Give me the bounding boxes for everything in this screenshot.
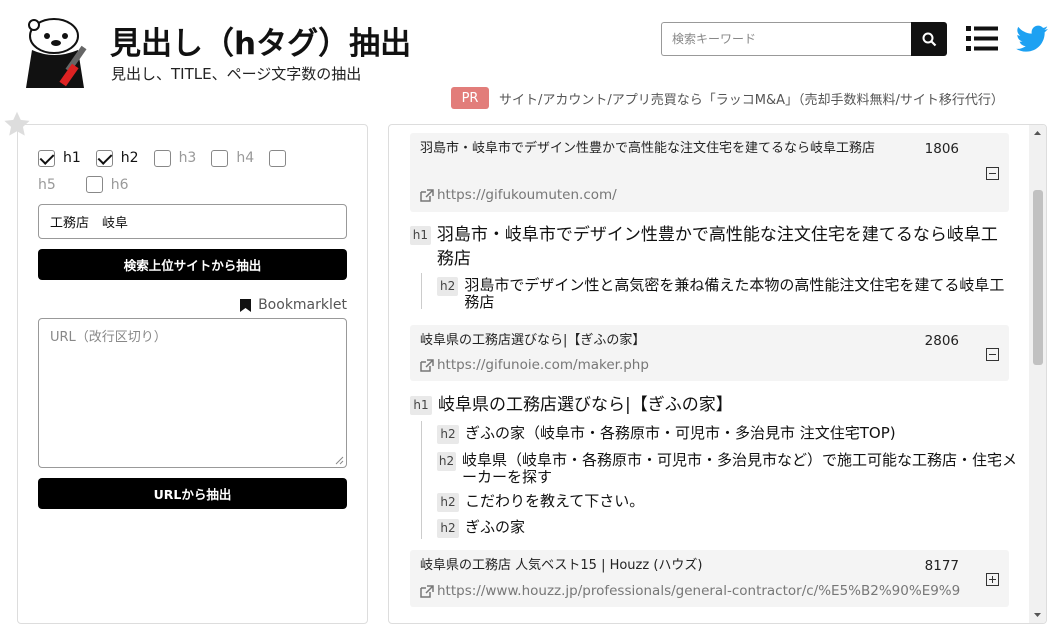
search-icon (922, 32, 936, 46)
collapse-toggle-icon[interactable] (986, 167, 999, 180)
heading-text: こだわりを教えて下さい。 (465, 492, 645, 510)
checkbox-h4-box[interactable] (211, 149, 229, 167)
keyword-input[interactable]: 工務店 岐阜 (38, 204, 347, 239)
bookmarklet-link[interactable]: Bookmarklet (240, 297, 347, 313)
search-extract-button[interactable]: 検索上位サイトから抽出 (38, 249, 347, 280)
result-title: 羽島市・岐阜市でデザイン性豊かで高性能な注文住宅を建てるなら岐阜工務店 (420, 141, 876, 156)
checkbox-h3-box[interactable] (153, 149, 171, 167)
checkbox-h2-label: h2 (120, 150, 139, 166)
result-card: 岐阜県の工務店選びなら|【ぎふの家】 2806 https://gifunoie… (410, 325, 1009, 381)
checkbox-h3[interactable]: h3 (153, 147, 197, 169)
external-link-icon (420, 358, 434, 372)
heading-row-h2: h2 岐阜県（岐阜市・各務原市・可児市・多治見市など）で施工可能な工務店・住宅メ… (437, 452, 1017, 486)
pr-banner: PR サイト/アカウント/アプリ売買なら「ラッコM&A」（売却手数料無料/サイト… (451, 87, 1004, 109)
checkbox-h5-label-wrap[interactable]: h5 h6 (38, 174, 129, 196)
heading-row-h2: h2 こだわりを教えて下さい。 (437, 493, 1017, 512)
site-search (661, 22, 947, 56)
checkbox-h5-label: h5 (38, 176, 56, 193)
collapse-toggle-icon[interactable] (986, 348, 999, 361)
checkbox-h1-box[interactable] (38, 149, 55, 167)
heading-text: 岐阜県（岐阜市・各務原市・可児市・多治見市など）で施工可能な工務店・住宅メーカー… (461, 451, 1017, 486)
result-card: 岐阜県の工務店 人気ベスト15 | Houzz (ハウズ) 8177 https… (410, 550, 1009, 607)
heading-text: 羽島市・岐阜市でデザイン性豊かで高性能な注文住宅を建てるなら岐阜工務店 (436, 225, 998, 269)
checkbox-h5-box[interactable] (269, 149, 287, 167)
result-card: 羽島市・岐阜市でデザイン性豊かで高性能な注文住宅を建てるなら岐阜工務店 1806… (410, 133, 1009, 212)
tag-label: h2 (437, 519, 459, 538)
result-title: 岐阜県の工務店選びなら|【ぎふの家】 (420, 333, 646, 348)
heading-row-h2: h2 羽島市でデザイン性と高気密を兼ね備えた本物の高性能注文住宅を建てる岐阜工務… (437, 277, 1017, 311)
result-url-link[interactable]: https://www.houzz.jp/professionals/gener… (420, 583, 960, 599)
resize-grip-icon[interactable] (335, 456, 344, 465)
result-url: https://www.houzz.jp/professionals/gener… (437, 583, 960, 599)
result-url-link[interactable]: https://gifunoie.com/maker.php (420, 357, 649, 373)
pr-link[interactable]: サイト/アカウント/アプリ売買なら「ラッコM&A」（売却手数料無料/サイト移行代… (499, 89, 1004, 108)
twitter-icon[interactable] (1016, 24, 1048, 54)
scroll-up-icon[interactable] (1029, 127, 1046, 139)
result-url: https://gifukoumuten.com/ (437, 187, 617, 203)
checkbox-h1[interactable]: h1 (38, 147, 81, 169)
heading-text: 岐阜県の工務店選びなら|【ぎふの家】 (438, 395, 733, 415)
menu-list-icon[interactable] (966, 25, 998, 53)
checkbox-h6-box[interactable] (85, 176, 103, 193)
result-url-link[interactable]: https://gifukoumuten.com/ (420, 187, 617, 203)
search-input[interactable] (661, 22, 911, 56)
page-subtitle: 見出し、TITLE、ページ文字数の抽出 (111, 65, 362, 83)
url-extract-button[interactable]: URLから抽出 (38, 478, 347, 509)
heading-text: ぎふの家 (465, 518, 526, 536)
tree-line (421, 421, 422, 539)
checkbox-h2[interactable]: h2 (95, 147, 139, 169)
checkbox-h4[interactable]: h4 (211, 147, 254, 169)
heading-row-h2: h2 ぎふの家（岐阜市・各務原市・可児市・多治見市 注文住宅TOP) (437, 425, 1017, 444)
char-count: 8177 (924, 558, 959, 574)
checkbox-h5[interactable] (269, 149, 294, 167)
char-count: 1806 (924, 141, 959, 157)
heading-row-h1: h1 岐阜県の工務店選びなら|【ぎふの家】 (410, 393, 1000, 417)
heading-row-h2: h2 ぎふの家 (437, 519, 1017, 538)
tag-label: h1 (410, 396, 432, 415)
checkbox-h2-box[interactable] (95, 149, 113, 167)
url-textarea[interactable]: URL（改行区切り） (38, 318, 347, 468)
tree-line (421, 273, 422, 309)
checkbox-h3-label: h3 (178, 150, 197, 166)
results-panel: 羽島市・岐阜市でデザイン性豊かで高性能な注文住宅を建てるなら岐阜工務店 1806… (388, 124, 1047, 624)
heading-row-h1: h1 羽島市・岐阜市でデザイン性豊かで高性能な注文住宅を建てるなら岐阜工務店 (410, 223, 1000, 271)
heading-text: ぎふの家（岐阜市・各務原市・可児市・多治見市 注文住宅TOP) (465, 424, 896, 442)
heading-tag-checkboxes: h1 h2 h3 h4 h5 h6 (38, 147, 358, 196)
pr-badge: PR (451, 87, 489, 109)
checkbox-h4-label: h4 (236, 150, 255, 166)
char-count: 2806 (924, 333, 959, 349)
url-placeholder: URL（改行区切り） (50, 330, 167, 345)
tag-label: h2 (437, 452, 456, 471)
result-url: https://gifunoie.com/maker.php (437, 357, 649, 373)
extract-settings-panel: h1 h2 h3 h4 h5 h6 工務店 岐阜 検索上位サイトから抽出 Bookmark… (17, 124, 368, 624)
bookmark-icon (240, 298, 252, 312)
result-title: 岐阜県の工務店 人気ベスト15 | Houzz (ハウズ) (420, 558, 703, 573)
external-link-icon (420, 584, 434, 598)
results-scrollbar[interactable] (1029, 125, 1046, 623)
tag-label: h2 (437, 277, 459, 296)
tag-label: h2 (437, 493, 459, 512)
scroll-down-icon[interactable] (1029, 609, 1046, 621)
site-header: 見出し（hタグ）抽出 見出し、TITLE、ページ文字数の抽出 PR サイト/アカ… (0, 0, 1063, 120)
checkbox-h6-label: h6 (110, 176, 129, 193)
search-button[interactable] (911, 22, 947, 56)
bookmarklet-label: Bookmarklet (258, 297, 347, 313)
checkbox-h1-label: h1 (63, 150, 81, 166)
mascot-logo-icon[interactable] (22, 16, 100, 88)
scroll-thumb[interactable] (1033, 190, 1043, 365)
page-title: 見出し（hタグ）抽出 (110, 26, 412, 62)
tag-label: h2 (437, 425, 459, 444)
tag-label: h1 (410, 226, 431, 245)
heading-text: 羽島市でデザイン性と高気密を兼ね備えた本物の高性能注文住宅を建てる岐阜工務店 (464, 276, 1005, 311)
external-link-icon (420, 188, 434, 202)
expand-toggle-icon[interactable] (986, 573, 999, 586)
